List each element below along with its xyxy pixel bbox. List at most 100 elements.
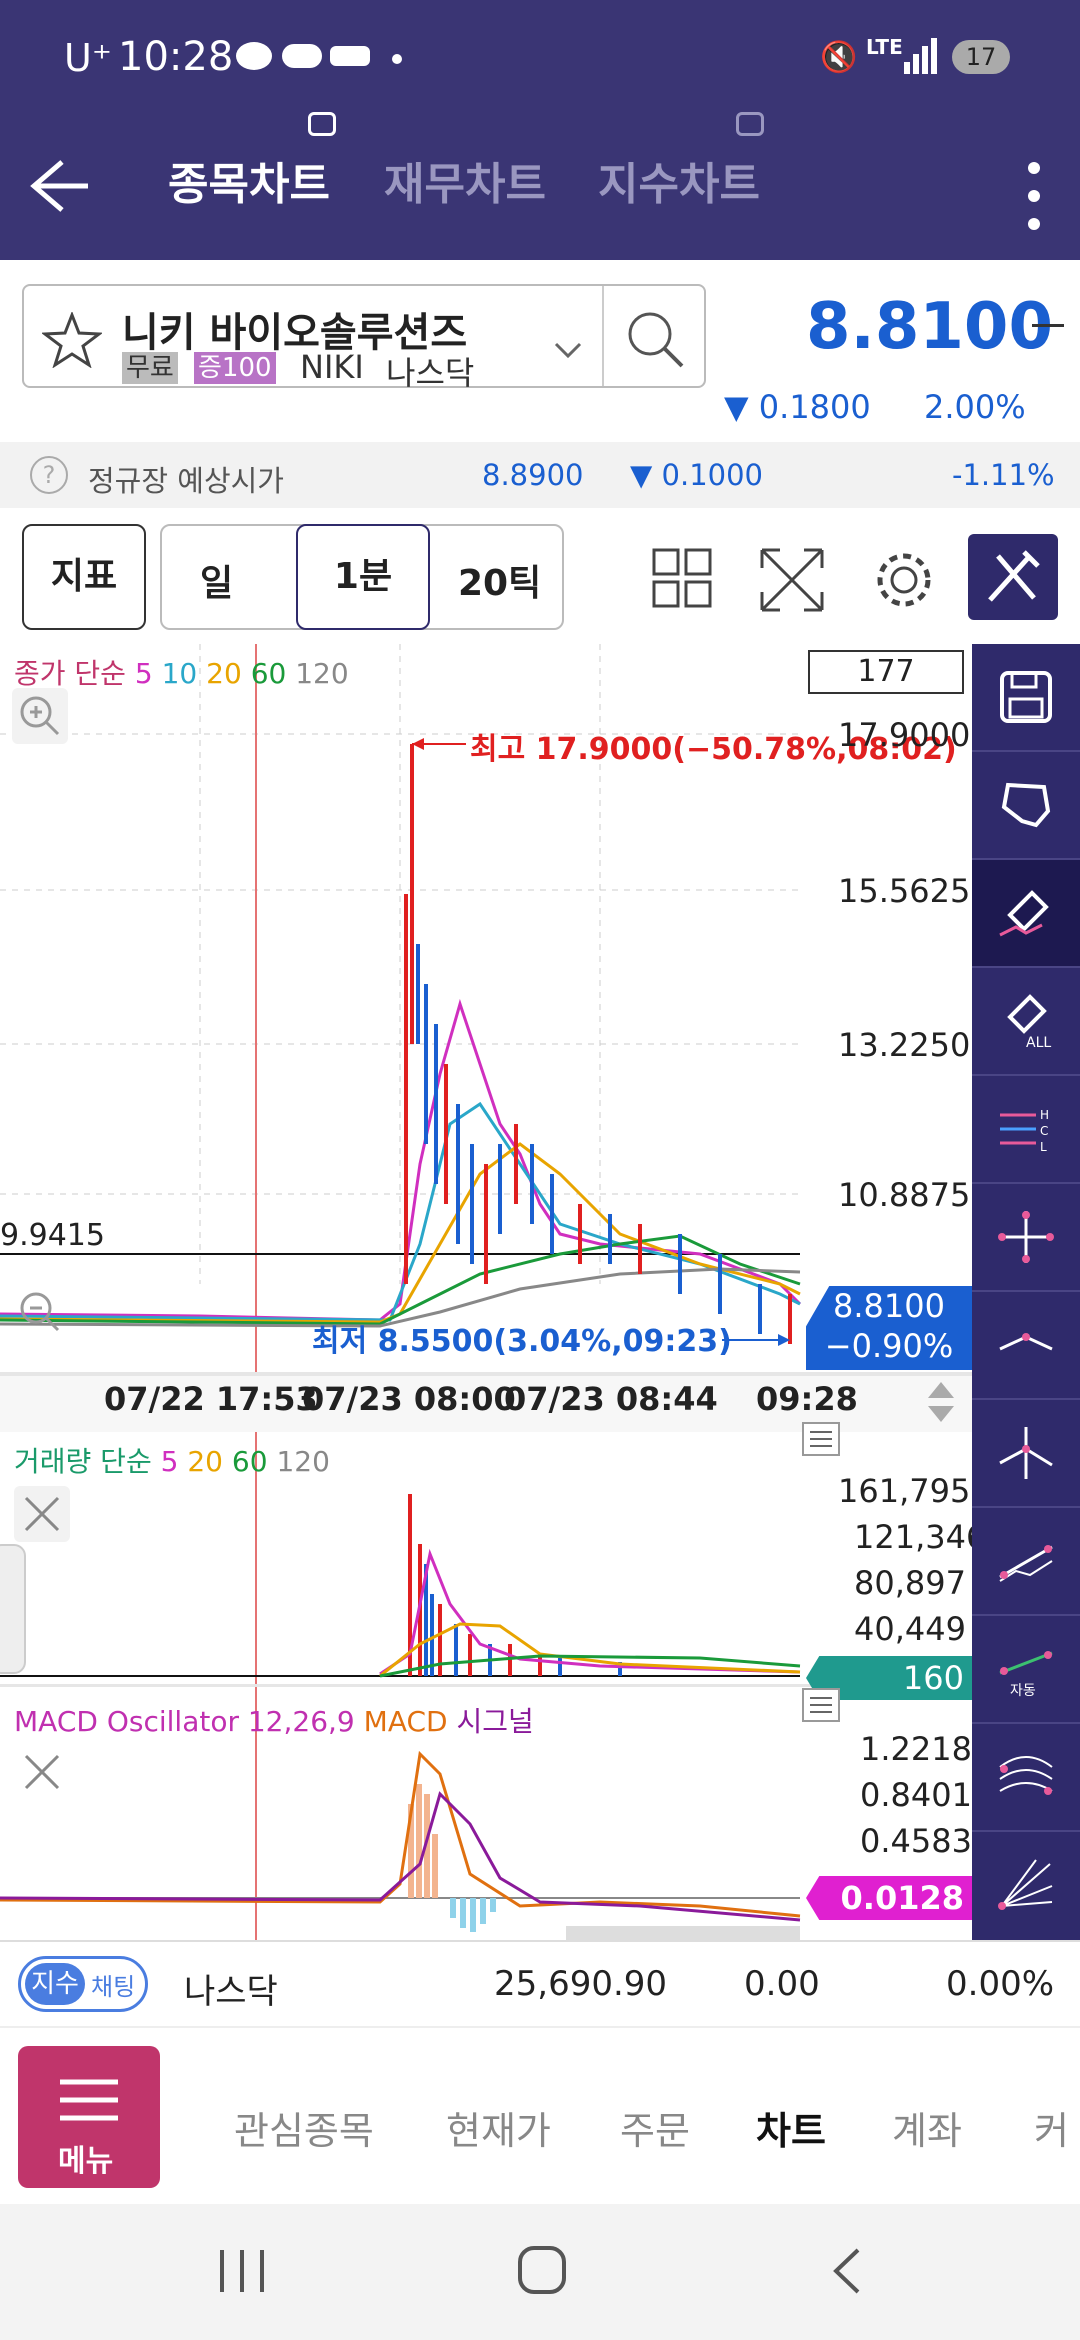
save-icon (1000, 671, 1052, 723)
mute-icon: 🔇 (820, 40, 858, 75)
index-name: 나스닥 (184, 1972, 278, 2012)
legend-signal: 시그널 (456, 1705, 534, 1738)
arc-fan-icon (999, 1756, 1053, 1795)
index-ticker-bar[interactable]: 지수 채팅 나스닥 25,690.90 0.00 0.00% (0, 1940, 1080, 2026)
svg-text:ALL: ALL (1026, 1035, 1051, 1051)
panel-menu-icon[interactable] (802, 1688, 840, 1722)
price-change-pct: 2.00% (924, 388, 1026, 426)
index-pct: 0.00% (946, 1964, 1055, 2004)
legend-macd: MACD (363, 1705, 448, 1738)
back-icon[interactable] (826, 2246, 866, 2296)
search-icon[interactable] (624, 308, 688, 372)
save-tool[interactable] (972, 644, 1080, 752)
legend-prefix: 종가 단순 (14, 657, 126, 690)
battery-indicator: 17 (952, 40, 1010, 74)
hlc-tool[interactable]: HCL (972, 1076, 1080, 1184)
nav-order[interactable]: 주문 (620, 2100, 690, 2155)
price-change: ▼ 0.1800 (724, 388, 871, 426)
gear-icon[interactable] (872, 548, 936, 612)
close-icon[interactable] (14, 1486, 70, 1542)
close-icon[interactable] (14, 1744, 70, 1800)
index-tag: 지수 (25, 1963, 85, 2005)
panel-menu-icon[interactable] (802, 1422, 840, 1456)
fan-tool[interactable] (972, 1724, 1080, 1832)
volume-legend: 거래량 단순 5 20 60 120 (14, 1440, 330, 1480)
nav-watchlist[interactable]: 관심종목 (234, 2100, 374, 2155)
help-icon[interactable]: ? (30, 456, 68, 494)
stock-selector[interactable]: 니키 바이오솔루션즈 무료 증100 NIKI 나스닥 (22, 284, 706, 392)
visible-count[interactable]: 177 (808, 650, 964, 694)
legend-ma60: 60 (250, 657, 287, 690)
tab-financial-chart[interactable]: 재무차트 (384, 148, 546, 212)
vertical-tool[interactable] (972, 1400, 1080, 1508)
side-drawer-handle[interactable] (0, 1544, 26, 1674)
tab-stock-chart[interactable]: 종목차트 (168, 148, 330, 212)
premarket-label: 정규장 예상시가 (88, 464, 284, 498)
auto-trend-icon: 자동 (999, 1651, 1053, 1699)
price-legend: 종가 단순 5 10 20 60 120 (14, 652, 349, 692)
index-change: 0.00 (744, 1964, 820, 2004)
svg-text:L: L (1040, 1140, 1047, 1154)
premarket-pct: -1.11% (952, 458, 1055, 492)
tab-index-chart[interactable]: 지수차트 (598, 148, 760, 212)
back-arrow-icon[interactable] (28, 154, 92, 218)
drawing-toolbar: ALL HCL 자동 (972, 644, 1080, 1940)
y-tick: 121,346 (854, 1518, 987, 1556)
y-tick: 80,897 (854, 1564, 966, 1602)
menu-label: 메뉴 (58, 2144, 114, 2179)
crosshair-tool[interactable] (972, 1184, 1080, 1292)
grid-layout-icon[interactable] (652, 548, 712, 608)
time-label: 09:28 (756, 1380, 858, 1418)
legend-vol5: 5 (160, 1445, 179, 1478)
pin-tool[interactable] (972, 752, 1080, 860)
y-tick: 10.8875 (838, 1176, 971, 1214)
zoom-out-icon[interactable] (12, 1284, 68, 1340)
eraser-all-tool[interactable]: ALL (972, 968, 1080, 1076)
talk-icon (236, 42, 272, 70)
nav-current-price[interactable]: 현재가 (446, 2100, 551, 2155)
nav-account[interactable]: 계좌 (892, 2100, 962, 2155)
scroll-updown-icon[interactable] (926, 1380, 956, 1424)
fullscreen-icon[interactable] (760, 548, 824, 612)
menu-button[interactable]: 메뉴 (18, 2046, 160, 2188)
eraser-all-icon: ALL (1007, 994, 1051, 1051)
nav-chart[interactable]: 차트 (756, 2100, 826, 2155)
legend-vol120: 120 (276, 1445, 330, 1478)
indicator-button[interactable]: 지표 (22, 524, 146, 630)
svg-text:자동: 자동 (1010, 1683, 1036, 1699)
y-tick: 40,449 (854, 1610, 966, 1648)
margin-badge: 증100 (194, 352, 276, 384)
period-1min[interactable]: 1분 (296, 524, 430, 630)
macd-legend: MACD Oscillator 12,26,9 MACD 시그널 (14, 1700, 534, 1740)
premarket-change: ▼ 0.1000 (630, 458, 763, 492)
chart-area[interactable]: 종가 단순 5 10 20 60 120 177 최고 17.9000(−50.… (0, 644, 986, 1940)
drawing-tools-button[interactable] (968, 534, 1058, 620)
legend-ma20: 20 (206, 657, 242, 690)
home-icon[interactable] (516, 2244, 568, 2296)
crosshair-value: 9.9415 (0, 1218, 105, 1253)
gann-fan-tool[interactable] (972, 1832, 1080, 1940)
system-nav-bar (0, 2204, 1080, 2340)
star-icon[interactable] (42, 312, 102, 368)
more-icon[interactable] (1024, 158, 1044, 234)
time-label: 07/23 08:44 (504, 1380, 718, 1418)
app-bar: 종목차트 재무차트 지수차트 (0, 112, 1080, 260)
carrier-label: U⁺ (64, 36, 112, 80)
trend-horizontal-tool[interactable] (972, 1292, 1080, 1400)
time-label: 07/22 17:53 (104, 1380, 318, 1418)
period-20tick[interactable]: 20틱 (458, 554, 541, 606)
recent-apps-icon[interactable] (214, 2246, 270, 2296)
y-tick: 0.4583 (860, 1822, 972, 1860)
auto-trendline-tool[interactable]: 자동 (972, 1616, 1080, 1724)
nav-more[interactable]: 커 (1034, 2100, 1069, 2155)
shoe-icon (330, 46, 370, 66)
zoom-in-icon[interactable] (12, 688, 68, 744)
chevron-down-icon (554, 342, 582, 359)
macd-current-tag: 0.0128 (806, 1876, 972, 1920)
legend-vol20: 20 (187, 1445, 223, 1478)
eraser-tool[interactable] (972, 860, 1080, 968)
trendline-tool[interactable] (972, 1508, 1080, 1616)
crosshair-icon (998, 1211, 1054, 1263)
period-day[interactable]: 일 (200, 554, 233, 606)
index-chat-toggle[interactable]: 지수 채팅 (18, 1956, 148, 2012)
